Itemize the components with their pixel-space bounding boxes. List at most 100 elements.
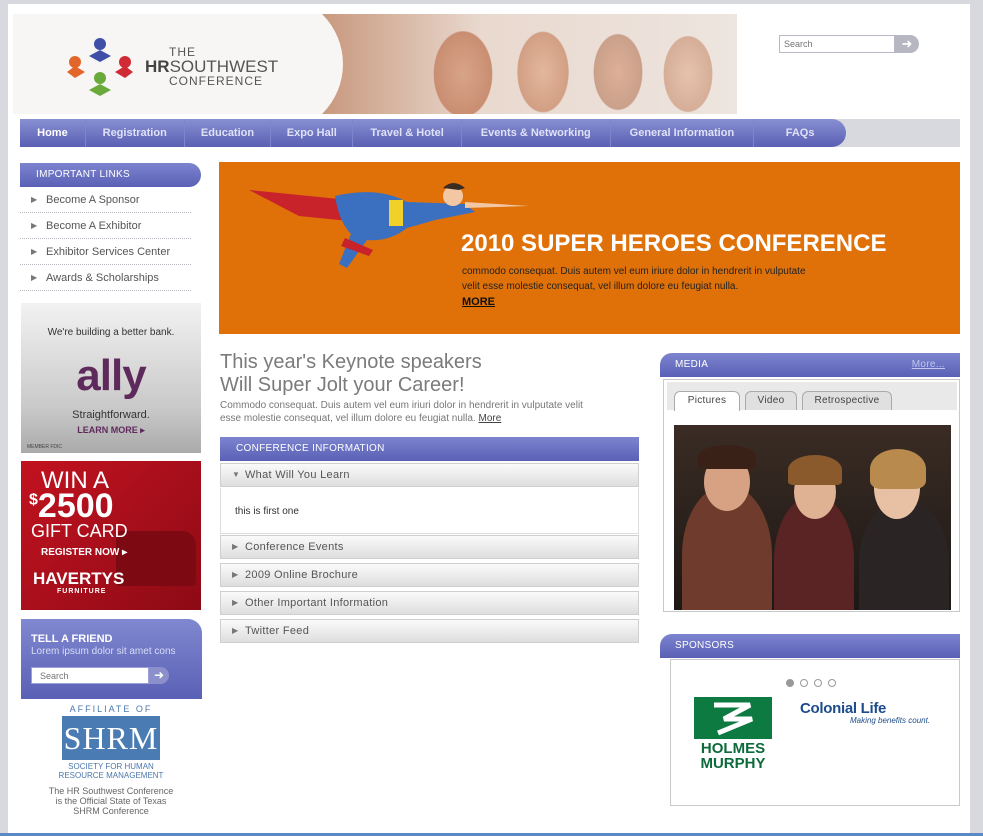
header-search-button[interactable]: ➜ [895,35,919,53]
triangle-down-icon: ▼ [232,470,241,479]
ally-sub: Straightforward. [72,409,150,421]
accordion-label: What Will You Learn [245,469,350,481]
sidebar-link-exhibitor-services[interactable]: ▶ Exhibitor Services Center [20,239,191,265]
accordion-label: Other Important Information [245,597,389,609]
accordion-other-information[interactable]: ▶ Other Important Information [220,591,639,615]
ally-tagline: We're building a better bank. [47,327,175,338]
header-photo [313,14,737,114]
havertys-ad[interactable]: WIN A $2500 GIFT CARD REGISTER NOW ▸ HAV… [21,461,201,610]
accordion-what-will-you-learn[interactable]: ▼ What Will You Learn [220,463,639,487]
nav-item-general-information[interactable]: General Information [611,119,755,147]
keynote-title-line2: Will Super Jolt your Career! [220,374,465,396]
accordion-label: Conference Events [245,541,344,553]
shrm-note-line3: SHRM Conference [73,806,149,816]
logo-hr: HR [145,57,170,76]
sponsor-colonial-life[interactable]: Colonial Life Making benefits count. [800,700,934,738]
arrow-right-icon: ➜ [153,668,165,682]
havertys-gift-card: GIFT CARD [31,521,128,541]
ally-ad[interactable]: We're building a better bank. ally Strai… [21,303,201,453]
ally-learn-more[interactable]: LEARN MORE ▸ [21,425,201,436]
keynote-text: Commodo consequat. Duis autem vel eum ir… [220,400,583,424]
nav-item-registration[interactable]: Registration [86,119,185,147]
nav-item-expo-hall[interactable]: Expo Hall [271,119,354,147]
header-search-input[interactable] [779,35,895,53]
carousel-dot[interactable] [828,679,836,687]
keynote-title-line1: This year's Keynote speakers [220,351,482,373]
logo-line2: HRSOUTHWEST [145,58,278,75]
conference-logo-text[interactable]: THE HRSOUTHWEST CONFERENCE [145,46,278,87]
banner-more-link[interactable]: MORE [462,296,495,308]
shrm-society-line2: RESOURCE MANAGEMENT [58,771,164,780]
havertys-currency: $ [29,491,38,509]
nav-item-travel-hotel[interactable]: Travel & Hotel [353,119,462,147]
shrm-note-line2: is the Official State of Texas [55,796,167,806]
tab-pictures[interactable]: Pictures [674,391,740,411]
triangle-right-icon: ▶ [232,542,239,551]
media-more-link[interactable]: More... [912,353,945,377]
tab-retrospective[interactable]: Retrospective [802,391,892,410]
important-links-list: ▶ Become A Sponsor ▶ Become A Exhibitor ▶ E… [20,187,191,291]
shrm-society: SOCIETY FOR HUMAN RESOURCE MANAGEMENT [20,762,202,780]
accordion-conference-events[interactable]: ▶ Conference Events [220,535,639,559]
triangle-right-icon: ▶ [232,626,239,635]
tell-a-friend-submit-button[interactable]: ➜ [149,667,169,684]
shrm-society-line1: SOCIETY FOR HUMAN [68,762,154,771]
tell-a-friend-input[interactable] [31,667,149,684]
colonial-life-tagline: Making benefits count. [850,716,931,725]
sponsor-holmes-murphy[interactable]: HOLMES MURPHY [690,697,776,771]
havertys-amount-value: 2500 [37,487,114,525]
shrm-affiliate-label: AFFILIATE OF [69,704,153,714]
media-heading-label: MEDIA [675,359,709,370]
accordion-twitter-feed[interactable]: ▶ Twitter Feed [220,619,639,643]
nav-item-faqs[interactable]: FAQs [754,119,846,147]
triangle-right-icon: ▶ [232,598,239,607]
colonial-life-name: Colonial Life [800,700,887,717]
holmes-murphy-line2: MURPHY [700,755,766,772]
media-photo[interactable] [674,425,951,610]
triangle-right-icon: ▶ [31,195,38,204]
carousel-dot[interactable] [814,679,822,687]
tab-video[interactable]: Video [745,391,797,410]
ally-legal: MEMBER FDIC [27,444,62,450]
conference-logo-icon[interactable] [65,36,135,98]
sponsors-heading-label: SPONSORS [675,640,735,651]
sidebar-link-label: Become A Sponsor [46,194,140,206]
triangle-right-icon: ▶ [31,247,38,256]
conference-information-heading: CONFERENCE INFORMATION [220,437,639,461]
media-heading: MEDIA More... [660,353,960,377]
ally-logo: ally [76,351,146,400]
sidebar-link-become-exhibitor[interactable]: ▶ Become A Exhibitor [20,213,191,239]
havertys-register-now[interactable]: REGISTER NOW ▸ [41,547,127,558]
chair-icon [116,531,196,586]
important-links-heading: IMPORTANT LINKS [20,163,201,187]
tell-a-friend-text: Lorem ipsum dolor sit amet cons [31,646,176,657]
sidebar-link-label: Awards & Scholarships [46,272,159,284]
shrm-logo: SHRM [62,716,160,760]
shrm-note: The HR Southwest Conference is the Offici… [20,786,202,816]
logo-line3: CONFERENCE [169,74,264,88]
nav-item-home[interactable]: Home [20,119,86,147]
sidebar-link-become-sponsor[interactable]: ▶ Become A Sponsor [20,187,191,213]
accordion-content: this is first one [220,488,639,534]
sponsor-carousel-dots [786,679,836,687]
sidebar-link-awards-scholarships[interactable]: ▶ Awards & Scholarships [20,265,191,291]
keynote-title: This year's Keynote speakers Will Super … [220,351,482,397]
accordion-online-brochure[interactable]: ▶ 2009 Online Brochure [220,563,639,587]
carousel-dot[interactable] [800,679,808,687]
shrm-note-line1: The HR Southwest Conference [48,786,174,796]
shrm-affiliate[interactable]: AFFILIATE OF SHRM SOCIETY FOR HUMAN RESOU… [20,704,202,816]
banner-text: commodo consequat. Duis autem vel eum ir… [462,266,806,292]
triangle-right-icon: ▶ [31,221,38,230]
nav-item-events-networking[interactable]: Events & Networking [462,119,611,147]
header-search: ➜ [779,35,919,53]
nav-item-education[interactable]: Education [185,119,272,147]
holmes-murphy-logo-icon [694,697,772,739]
triangle-right-icon: ▶ [232,570,239,579]
keynote-more-link[interactable]: More [478,413,501,424]
carousel-dot[interactable] [786,679,794,687]
keynote-description: Commodo consequat. Duis autem vel eum ir… [220,399,600,425]
accordion-label: 2009 Online Brochure [245,569,359,581]
sponsors-heading: SPONSORS [660,634,960,658]
holmes-murphy-line1: HOLMES [700,740,766,757]
sidebar-link-label: Become A Exhibitor [46,220,142,232]
